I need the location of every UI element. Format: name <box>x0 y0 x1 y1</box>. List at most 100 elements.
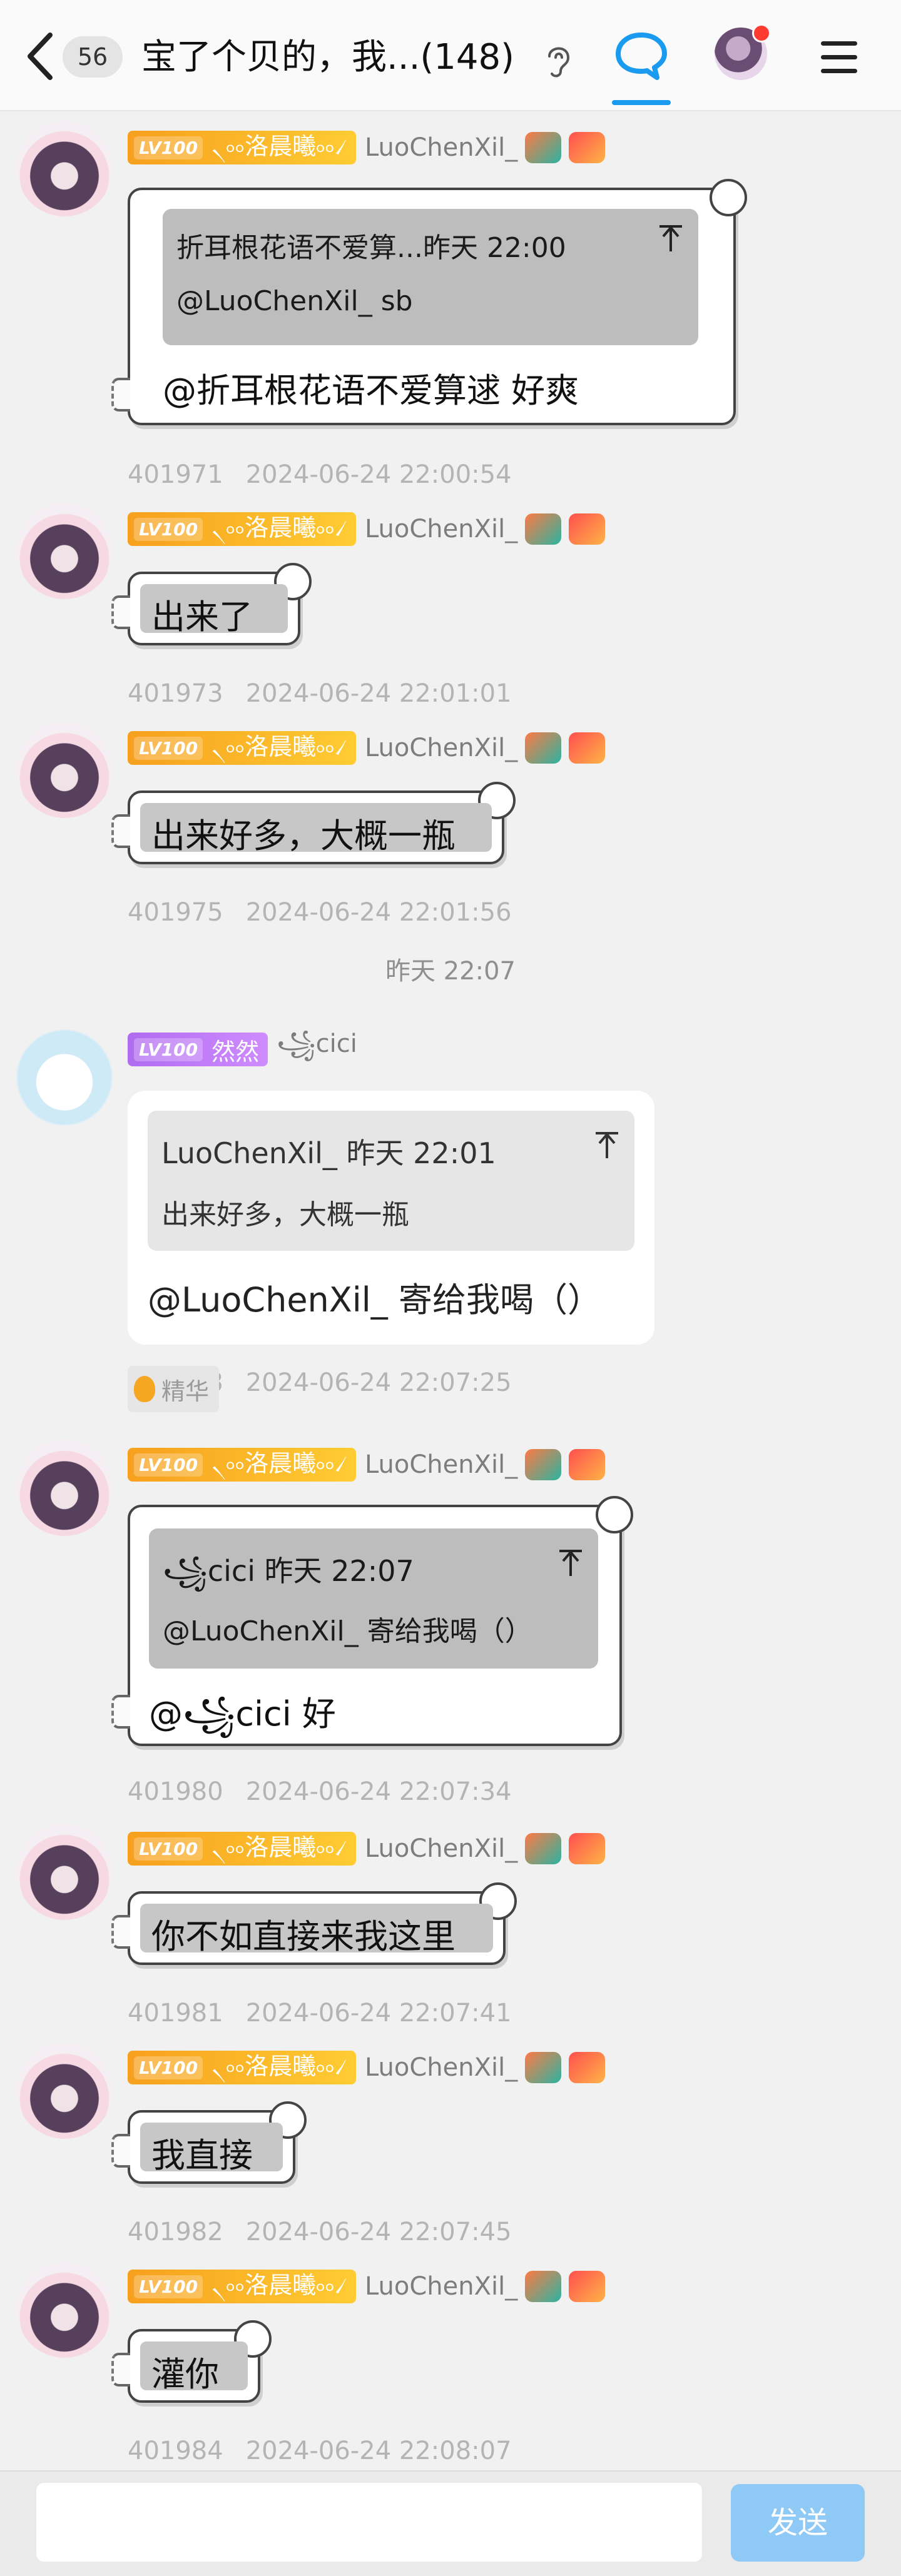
message-timestamp: 2024-06-24 22:01:01 <box>245 679 512 708</box>
message-timestamp: 2024-06-24 22:07:34 <box>245 1777 512 1806</box>
level-title-badge: LV100 ৲৹৹洛晨曦৹৹৴ <box>128 1832 356 1866</box>
quote-text: @LuoChenXil_ 寄给我喝（） <box>163 1615 532 1647</box>
message-bubble[interactable]: 出来了 <box>111 563 312 645</box>
message-bubble[interactable]: 你不如直接来我这里 <box>111 1882 517 1965</box>
bubble-tail <box>111 1695 130 1729</box>
avatar[interactable] <box>16 1029 113 1126</box>
level-title-badge: LV100 ৲৹৹洛晨曦৹৹৴ <box>128 1448 356 1482</box>
message-text: 出来了 <box>151 597 253 637</box>
message-text: 我直接 <box>151 2136 253 2175</box>
message-timestamp: 2024-06-24 22:00:54 <box>245 460 512 489</box>
avatar[interactable] <box>16 120 113 216</box>
message-timestamp: 2024-06-24 22:07:45 <box>245 2218 512 2246</box>
hamburger-menu-icon[interactable] <box>817 35 861 79</box>
chevron-left-icon[interactable] <box>23 30 60 83</box>
message-text: @LuoChenXil_ 寄给我喝（） <box>148 1280 601 1320</box>
essence-tag[interactable]: 精华 <box>128 1366 220 1412</box>
sender-meta: LV100 ৲৹৹洛晨曦৹৹৴ LuoChenXil_ <box>128 1447 606 1482</box>
quoted-message[interactable]: 折耳根花语不爱算...昨天 22:00 @LuoChenXil_ sb <box>163 209 698 345</box>
bubble-tail <box>111 814 130 848</box>
quote-author-time: LuoChenXil_ 昨天 22:01 <box>161 1136 496 1170</box>
quote-author-time: 折耳根花语不爱算...昨天 22:00 <box>176 232 566 264</box>
dragon-badge-icon <box>525 732 562 764</box>
top-bar: 56 宝了个贝的，我...(148) <box>0 0 901 111</box>
pin-icon[interactable] <box>557 1547 584 1578</box>
message-bubble[interactable]: ꧁cici 昨天 22:07 @LuoChenXil_ 寄给我喝（） @꧁cic… <box>111 1496 633 1746</box>
message-bubble[interactable]: 折耳根花语不爱算...昨天 22:00 @LuoChenXil_ sb @折耳根… <box>111 179 747 425</box>
avatar[interactable] <box>715 24 771 80</box>
message-timestamp: 2024-06-24 22:01:56 <box>245 898 512 927</box>
quoted-message[interactable]: LuoChenXil_ 昨天 22:01 出来好多，大概一瓶 <box>148 1111 634 1251</box>
group-title: ৲৹৹洛晨曦৹৹৴ <box>211 1450 347 1477</box>
bubble-decoration-icon <box>596 1496 633 1533</box>
sender-meta: LV100 ৲৹৹洛晨曦৹৹৴ LuoChenXil_ <box>128 2269 606 2304</box>
avatar[interactable] <box>16 2261 113 2358</box>
pin-icon[interactable] <box>657 223 685 254</box>
group-title: ৲৹৹洛晨曦৹৹৴ <box>211 733 347 760</box>
level-title-badge: LV100 ৲৹৹洛晨曦৹৹৴ <box>128 731 356 765</box>
message-bubble[interactable]: 出来好多，大概一瓶 <box>111 782 516 864</box>
sender-name[interactable]: LuoChenXil_ <box>365 1834 517 1863</box>
fire-badge-icon <box>569 2271 606 2302</box>
level-label: LV100 <box>134 2056 203 2079</box>
unread-count-badge[interactable]: 56 <box>63 36 123 78</box>
level-label: LV100 <box>134 1453 203 1477</box>
message-bubble[interactable]: LuoChenXil_ 昨天 22:01 出来好多，大概一瓶 @LuoChenX… <box>128 1091 654 1345</box>
time-divider: 昨天 22:07 <box>385 957 516 986</box>
ear-icon[interactable] <box>543 41 574 79</box>
sender-name[interactable]: LuoChenXil_ <box>365 2053 517 2082</box>
quoted-message[interactable]: ꧁cici 昨天 22:07 @LuoChenXil_ 寄给我喝（） <box>149 1528 598 1669</box>
level-label: LV100 <box>134 736 203 760</box>
send-button[interactable]: 发送 <box>731 2484 865 2562</box>
tab-chat[interactable] <box>608 25 674 105</box>
sender-name[interactable]: LuoChenXil_ <box>365 2272 517 2301</box>
notification-dot <box>752 24 771 43</box>
sender-meta: LV100 然然 ꧁cici <box>128 1029 357 1067</box>
level-title-badge: LV100 ৲৹৹洛晨曦৹৹৴ <box>128 131 356 164</box>
message-id: 401980 <box>128 1777 223 1806</box>
fire-badge-icon <box>569 1449 606 1480</box>
sender-name[interactable]: LuoChenXil_ <box>365 133 517 162</box>
message-bubble[interactable]: 灌你 <box>111 2320 272 2403</box>
group-title: ৲৹৹洛晨曦৹৹৴ <box>211 514 347 542</box>
avatar[interactable] <box>16 1824 113 1920</box>
level-label: LV100 <box>134 136 203 159</box>
group-title: ৲৹৹洛晨曦৹৹৴ <box>211 2271 347 2299</box>
message-footer: 401971 2024-06-24 22:00:54 <box>128 460 512 489</box>
dragon-badge-icon <box>525 1833 562 1864</box>
level-label: LV100 <box>134 1038 203 1061</box>
fire-badge-icon <box>569 1833 606 1864</box>
message-id: 401971 <box>128 460 223 489</box>
fire-badge-icon <box>569 732 606 764</box>
sender-meta: LV100 ৲৹৹洛晨曦৹৹৴ LuoChenXil_ <box>128 512 606 547</box>
group-title: ৲৹৹洛晨曦৹৹৴ <box>211 133 347 160</box>
message-footer: 401973 2024-06-24 22:01:01 <box>128 679 512 708</box>
sender-name[interactable]: ꧁cici <box>277 1024 357 1075</box>
avatar[interactable] <box>16 2043 113 2139</box>
chat-title[interactable]: 宝了个贝的，我...(148) <box>141 33 542 83</box>
message-footer: 401984 2024-06-24 22:08:07 <box>128 2437 512 2465</box>
dragon-badge-icon <box>525 2271 562 2302</box>
group-title: ৲৹৹洛晨曦৹৹৴ <box>211 2053 347 2080</box>
pin-icon[interactable] <box>593 1129 621 1161</box>
dragon-badge-icon <box>525 2052 562 2083</box>
sender-name[interactable]: LuoChenXil_ <box>365 515 517 543</box>
avatar[interactable] <box>16 1440 113 1536</box>
avatar[interactable] <box>16 722 113 818</box>
sender-name[interactable]: LuoChenXil_ <box>365 1450 517 1479</box>
fire-badge-icon <box>569 513 606 545</box>
avatar[interactable] <box>16 503 113 599</box>
message-footer: 401980 2024-06-24 22:07:34 <box>128 1777 512 1806</box>
sender-meta: LV100 ৲৹৹洛晨曦৹৹৴ LuoChenXil_ <box>128 1831 606 1866</box>
chat-screen: 56 宝了个贝的，我...(148) LV100 ৲৹৹洛晨曦৹৹৴ LuoCh… <box>0 0 901 2576</box>
level-title-badge: LV100 ৲৹৹洛晨曦৹৹৴ <box>128 2270 356 2303</box>
active-tab-indicator <box>612 100 671 105</box>
message-text: @꧁cici 好 <box>149 1694 336 1734</box>
level-label: LV100 <box>134 1837 203 1861</box>
sender-name[interactable]: LuoChenXil_ <box>365 734 517 762</box>
message-id: 401973 <box>128 679 223 708</box>
message-input[interactable] <box>36 2483 702 2562</box>
message-bubble[interactable]: 我直接 <box>111 2101 307 2184</box>
sender-meta: LV100 ৲৹৹洛晨曦৹৹৴ LuoChenXil_ <box>128 130 606 165</box>
message-footer: 401981 2024-06-24 22:07:41 <box>128 1999 512 2028</box>
